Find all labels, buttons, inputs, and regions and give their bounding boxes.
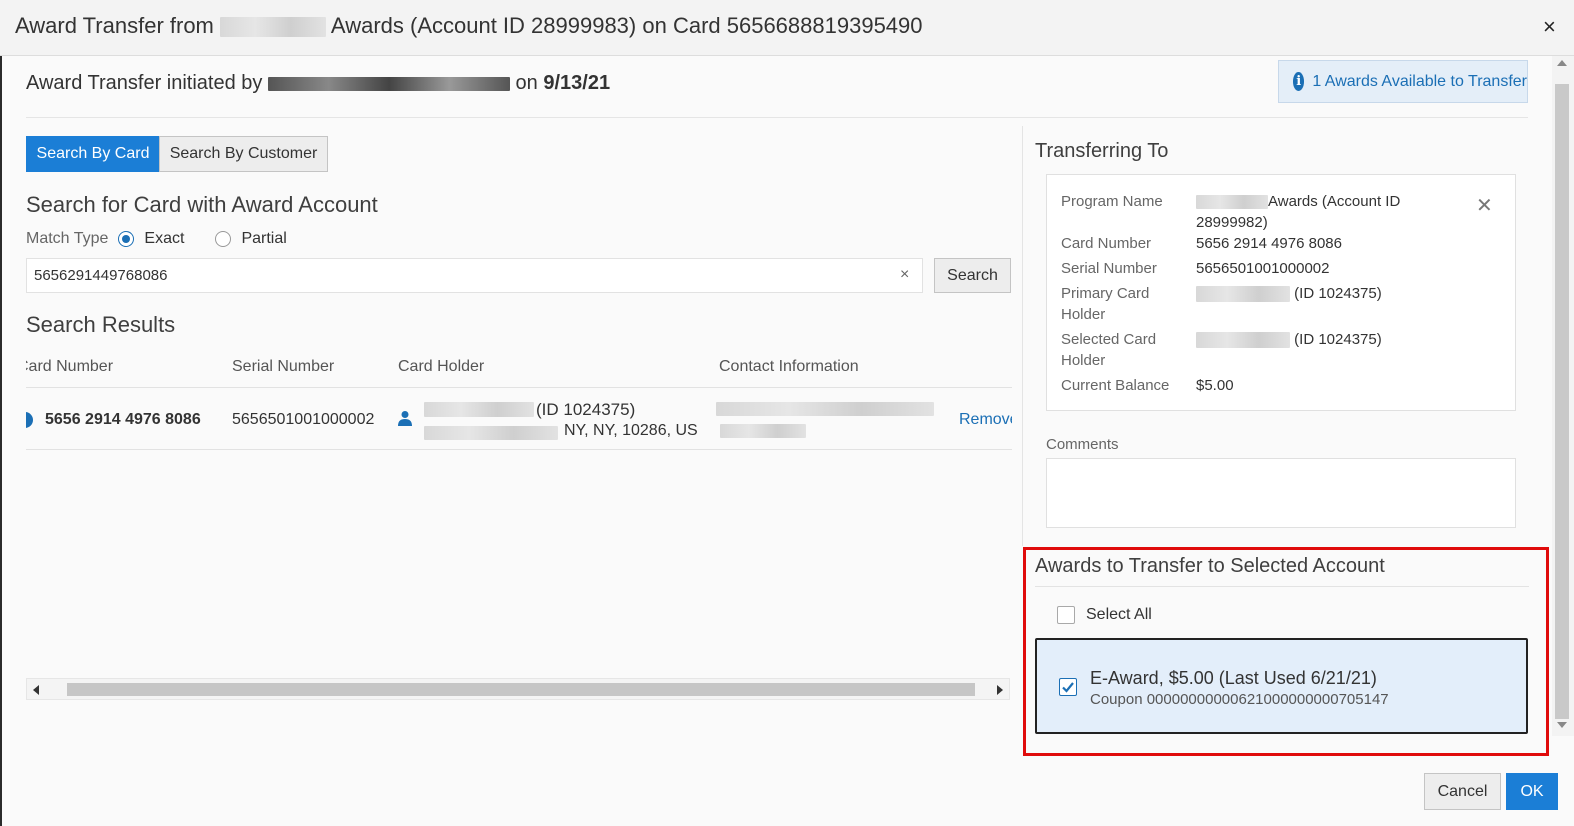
comments-label: Comments	[1046, 436, 1119, 453]
header-divider	[26, 117, 1528, 118]
remove-link[interactable]: Remove	[959, 411, 1012, 429]
scroll-up-icon[interactable]	[1557, 60, 1567, 66]
tab-search-by-customer[interactable]: Search By Customer	[159, 136, 328, 172]
column-header-card-number[interactable]: Card Number	[26, 358, 113, 376]
program-name-value-line1: Awards (Account ID	[1268, 193, 1401, 210]
primary-holder-value: (ID 1024375)	[1196, 283, 1382, 304]
dialog-titlebar: Award Transfer from Awards (Account ID 2…	[0, 0, 1574, 56]
row-divider	[26, 449, 1012, 450]
tab-search-by-card[interactable]: Search By Card	[26, 136, 160, 172]
redacted-selected-holder	[1196, 332, 1290, 349]
comments-textarea[interactable]	[1046, 458, 1516, 528]
redacted-program-name	[1196, 195, 1268, 210]
info-icon: i	[1293, 72, 1305, 91]
redacted-contact-email	[716, 402, 934, 416]
clear-input-icon[interactable]: ×	[900, 266, 909, 284]
redacted-contact-phone	[720, 424, 806, 438]
dialog-close-icon[interactable]: ×	[1543, 14, 1556, 40]
card-number-label: Card Number	[1061, 235, 1152, 252]
person-icon	[398, 411, 412, 426]
dialog-title: Award Transfer from Awards (Account ID 2…	[15, 13, 923, 39]
radio-partial-label[interactable]: Partial	[241, 230, 286, 248]
initiated-info: Award Transfer initiated by on 9/13/21	[26, 72, 610, 95]
selected-holder-id: (ID 1024375)	[1294, 331, 1382, 348]
awards-divider	[1035, 586, 1529, 587]
award-item-checkbox[interactable]	[1059, 678, 1077, 696]
program-name-label: Program Name	[1061, 193, 1163, 210]
vertical-scroll-thumb[interactable]	[1555, 84, 1569, 719]
initiated-on: on	[515, 72, 538, 94]
primary-holder-label-line1: Primary Card	[1061, 285, 1150, 302]
search-heading: Search for Card with Award Account	[26, 192, 378, 217]
serial-number-label: Serial Number	[1061, 260, 1157, 277]
results-table: Card Number Serial Number Card Holder Co…	[26, 350, 1012, 460]
ok-button[interactable]: OK	[1506, 773, 1558, 810]
column-header-serial-number[interactable]: Serial Number	[232, 358, 334, 376]
scroll-left-icon[interactable]	[33, 685, 39, 695]
checkmark-icon	[1062, 682, 1074, 693]
vertical-scrollbar[interactable]	[1552, 56, 1574, 736]
search-results-heading: Search Results	[26, 312, 176, 337]
cell-card-number: 5656 2914 4976 8086	[45, 411, 201, 428]
awards-available-text: 1 Awards Available to Transfer	[1312, 72, 1527, 90]
redacted-initiator-email	[267, 76, 510, 91]
card-search-input[interactable]: 5656291449768086	[26, 258, 923, 293]
selected-holder-value: (ID 1024375)	[1196, 329, 1382, 350]
cell-holder-id: (ID 1024375)	[536, 400, 636, 419]
card-number-value: 5656 2914 4976 8086	[1196, 235, 1342, 252]
column-header-card-holder[interactable]: Card Holder	[398, 358, 484, 376]
dialog-title-prefix: Award Transfer from	[15, 13, 214, 38]
award-item-coupon: Coupon 00000000000621000000000705147	[1090, 691, 1389, 708]
program-name-value: Awards (Account ID 28999982)	[1196, 191, 1456, 233]
redacted-primary-holder	[1196, 286, 1290, 303]
current-balance-value: $5.00	[1196, 377, 1234, 394]
cell-serial-number: 5656501001000002	[232, 411, 375, 428]
match-type-group: Match Type Exact Partial	[26, 230, 287, 248]
awards-available-badge[interactable]: i 1 Awards Available to Transfer	[1278, 60, 1528, 103]
redacted-holder-street	[424, 426, 558, 440]
horizontal-scrollbar[interactable]	[26, 678, 1010, 700]
selected-holder-label-line2: Holder	[1061, 352, 1106, 369]
remove-target-close-icon[interactable]: ✕	[1476, 193, 1493, 218]
select-all-checkbox[interactable]	[1057, 606, 1075, 624]
scroll-right-icon[interactable]	[997, 685, 1003, 695]
primary-holder-id: (ID 1024375)	[1294, 285, 1382, 302]
column-header-contact-info[interactable]: Contact Information	[719, 358, 859, 376]
primary-holder-label: Primary Card Holder	[1061, 283, 1149, 325]
award-item[interactable]: E-Award, $5.00 (Last Used 6/21/21) Coupo…	[1035, 638, 1528, 734]
row-divider	[26, 387, 1012, 388]
awards-heading: Awards to Transfer to Selected Account	[1035, 555, 1385, 577]
selected-holder-label: Selected Card Holder	[1061, 329, 1156, 371]
transferring-to-card: Program Name Awards (Account ID 28999982…	[1046, 174, 1516, 411]
row-selected-indicator[interactable]	[26, 412, 33, 428]
scroll-down-icon[interactable]	[1557, 722, 1567, 728]
transferring-to-heading: Transferring To	[1035, 140, 1169, 162]
serial-number-value: 5656501001000002	[1196, 260, 1330, 277]
radio-exact-label[interactable]: Exact	[144, 230, 184, 248]
current-balance-label: Current Balance	[1061, 377, 1170, 394]
award-item-title: E-Award, $5.00 (Last Used 6/21/21)	[1090, 668, 1377, 688]
selected-holder-label-line1: Selected Card	[1061, 331, 1157, 348]
program-name-value-line2: 28999982)	[1196, 214, 1268, 231]
redacted-holder-name	[424, 402, 534, 417]
cancel-button[interactable]: Cancel	[1424, 773, 1501, 810]
radio-exact[interactable]	[118, 231, 135, 247]
initiated-date: 9/13/21	[543, 72, 611, 94]
select-all-row[interactable]: Select All	[1057, 606, 1152, 624]
panel-divider	[1022, 126, 1023, 546]
horizontal-scroll-thumb[interactable]	[67, 683, 975, 696]
redacted-program-name	[220, 17, 327, 38]
match-type-label: Match Type	[26, 230, 109, 247]
search-button[interactable]: Search	[934, 258, 1011, 293]
initiated-prefix: Award Transfer initiated by	[26, 72, 263, 94]
select-all-label[interactable]: Select All	[1086, 606, 1152, 624]
primary-holder-label-line2: Holder	[1061, 306, 1106, 323]
cell-holder-address: NY, NY, 10286, US	[564, 422, 698, 439]
radio-partial[interactable]	[215, 231, 232, 247]
dialog-title-suffix: Awards (Account ID 28999983) on Card 565…	[330, 13, 923, 38]
